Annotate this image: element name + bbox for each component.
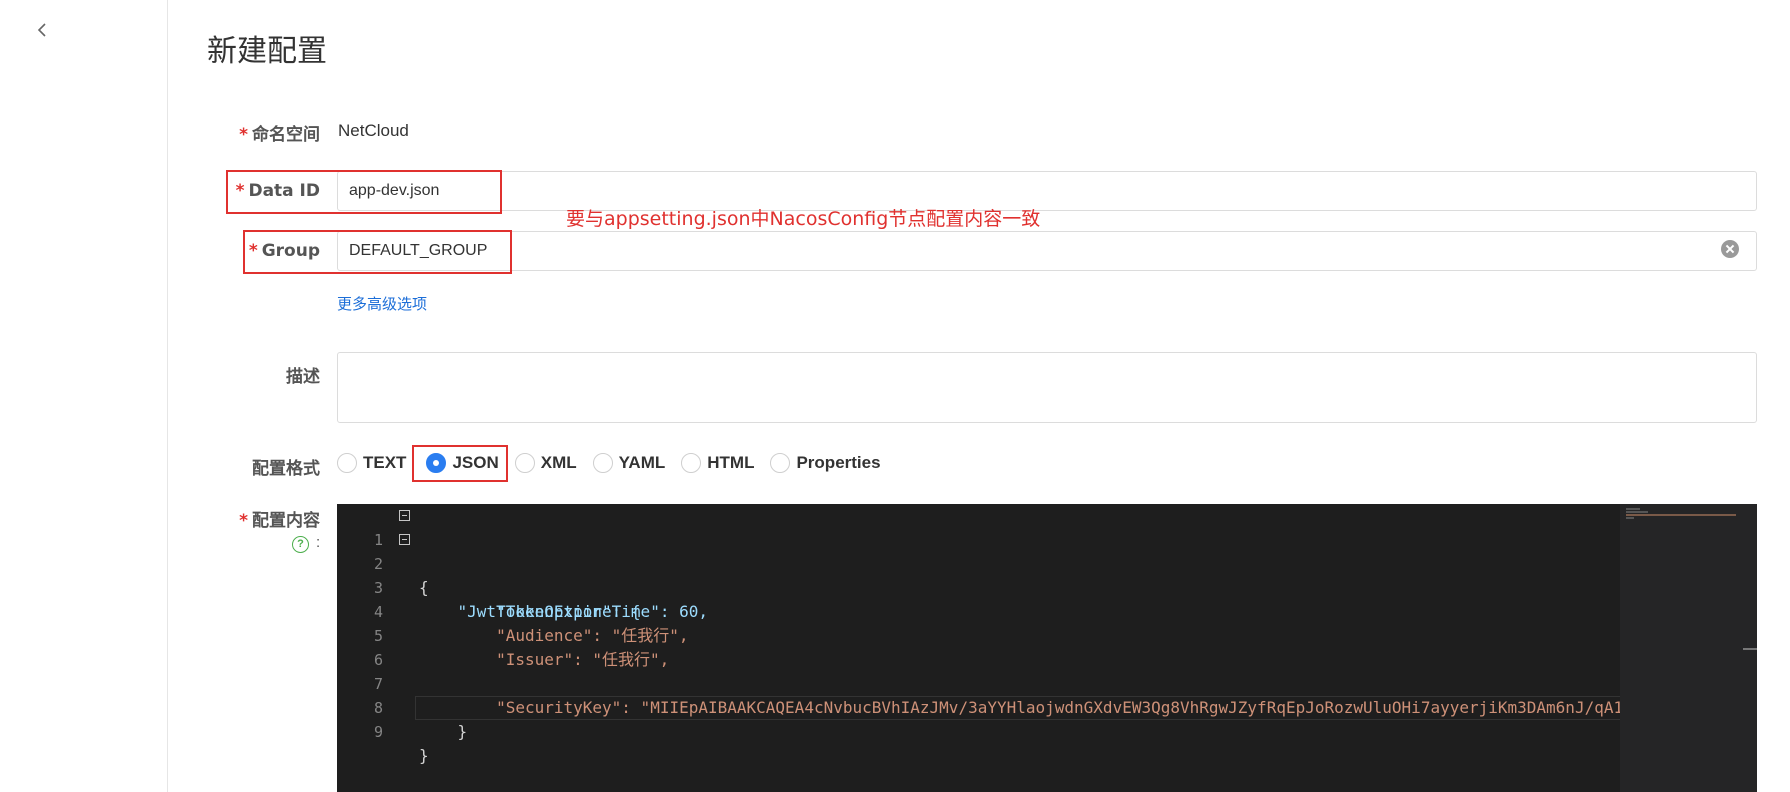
format-option-html[interactable]: HTML	[681, 453, 754, 473]
radio-dot[interactable]	[514, 453, 535, 473]
code-text: "Issuer": "任我行",	[419, 650, 670, 669]
namespace-label: * 命名空间	[239, 125, 320, 145]
format-option-properties[interactable]: Properties	[770, 453, 881, 473]
code-text: }	[419, 746, 429, 765]
format-radio-group: TEXT JSON XML YAML HTML Properties	[337, 451, 897, 475]
sidebar	[0, 0, 168, 792]
scrollbar-marker[interactable]	[1743, 648, 1757, 650]
content-colon: :	[316, 534, 321, 551]
code-text: {	[419, 578, 429, 597]
format-label: 配置格式	[252, 459, 320, 479]
format-option-json[interactable]: JSON	[426, 453, 499, 473]
page-title: 新建配置	[207, 34, 327, 69]
content-label: * 配置内容	[239, 511, 320, 531]
format-option-text[interactable]: TEXT	[337, 453, 406, 473]
line-number: 9	[373, 723, 383, 741]
clear-circle-icon[interactable]	[1721, 240, 1739, 258]
data-id-label: * Data ID	[235, 181, 320, 201]
format-option-yaml[interactable]: YAML	[592, 453, 665, 473]
required-mark: *	[239, 511, 248, 531]
namespace-value: NetCloud	[338, 121, 409, 140]
code-line: 9 }	[337, 696, 429, 765]
radio-dot-selected[interactable]	[426, 453, 447, 473]
group-label: * Group	[248, 241, 320, 261]
advanced-options-link[interactable]: 更多高级选项	[337, 293, 427, 314]
minimap-line	[1626, 511, 1648, 513]
required-mark: *	[248, 241, 258, 261]
code-line: 6	[337, 624, 383, 669]
radio-dot[interactable]	[337, 453, 357, 473]
fold-toggle-icon[interactable]	[399, 534, 410, 545]
code-text: "SecurityKey": "MIIEpAIBAAKCAQEA4cNvbucB…	[419, 698, 1624, 717]
code-line: 7 "SecurityKey": "MIIEpAIBAAKCAQEA4cNvbu…	[337, 648, 1623, 717]
chevron-left-icon[interactable]	[34, 22, 50, 38]
required-mark: *	[239, 125, 248, 145]
data-id-input[interactable]: app-dev.json	[337, 171, 1757, 211]
minimap-line	[1626, 508, 1640, 510]
radio-dot[interactable]	[592, 453, 613, 473]
code-line: 2 "JwtTokenOption": {	[337, 528, 641, 621]
code-text: }	[419, 722, 468, 741]
code-text: "TokenExpireTime": 60,	[419, 602, 708, 621]
group-input[interactable]: DEFAULT_GROUP	[337, 231, 1757, 271]
code-line: 1 {	[337, 504, 429, 597]
minimap-line	[1626, 514, 1736, 516]
code-editor[interactable]: 1 { 2 "JwtTokenOption": { 3 "TokenExpire…	[337, 504, 1757, 792]
format-option-xml[interactable]: XML	[514, 453, 577, 473]
code-text: "Audience": "任我行",	[419, 626, 689, 645]
description-label: 描述	[286, 367, 320, 387]
editor-minimap[interactable]	[1620, 504, 1757, 792]
radio-dot[interactable]	[770, 453, 791, 473]
radio-dot[interactable]	[681, 453, 702, 473]
code-line: 3 "TokenExpireTime": 60,	[337, 552, 708, 621]
code-line: 5 "Issuer": "任我行",	[337, 600, 669, 669]
minimap-line	[1626, 517, 1634, 519]
annotation-note: 要与appsetting.json中NacosConfig节点配置内容一致	[566, 208, 1041, 230]
required-mark: *	[235, 181, 245, 201]
description-textarea[interactable]	[337, 352, 1757, 423]
code-line: 4 "Audience": "任我行",	[337, 576, 689, 645]
help-circle-icon[interactable]: ?	[292, 536, 309, 553]
code-line: 8 }	[337, 672, 467, 741]
fold-toggle-icon[interactable]	[399, 510, 410, 521]
